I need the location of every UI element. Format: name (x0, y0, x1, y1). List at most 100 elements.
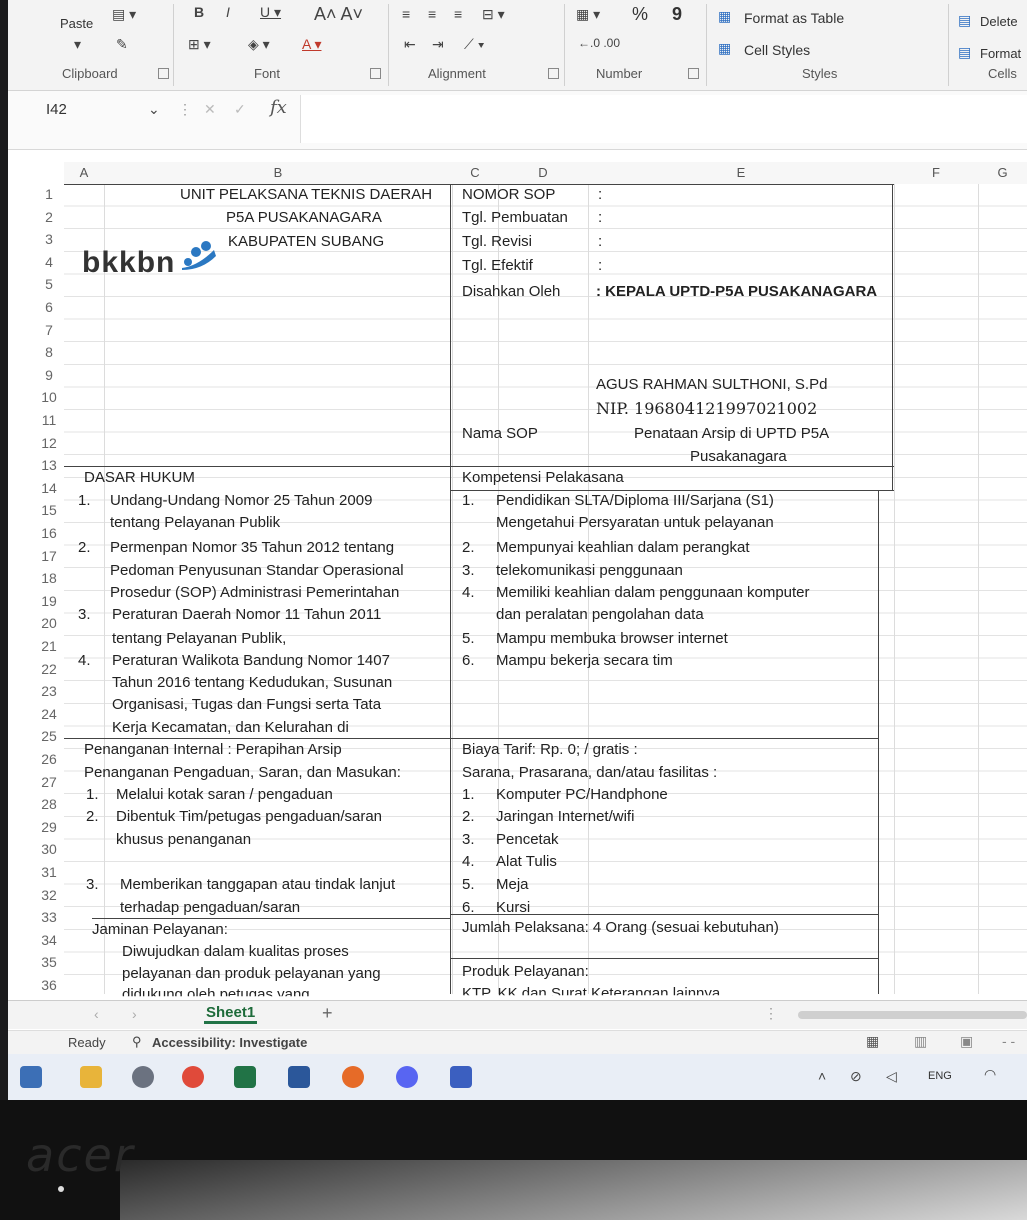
row-header[interactable]: 9 (36, 367, 62, 383)
row-header[interactable]: 34 (36, 932, 62, 948)
row-header[interactable]: 8 (36, 344, 62, 360)
decrease-decimal-icon[interactable]: ←.0 .00 (578, 36, 620, 50)
row-header[interactable]: 2 (36, 209, 62, 225)
decrease-indent-icon[interactable]: ⇤ (404, 36, 416, 53)
name-box-dropdown-icon[interactable]: ⌄ (148, 101, 160, 118)
page-break-view-icon[interactable]: ▣ (960, 1033, 973, 1050)
row-header[interactable]: 28 (36, 796, 62, 812)
delete-icon[interactable]: ▤ (958, 12, 971, 29)
align-center-icon[interactable]: ≡ (428, 6, 436, 22)
column-header-d[interactable]: D (498, 162, 588, 184)
row-header[interactable]: 4 (36, 254, 62, 270)
align-right-icon[interactable]: ≡ (454, 6, 462, 22)
font-size-icon[interactable]: A˄ A˅ (314, 4, 363, 25)
accessibility-status[interactable]: Accessibility: Investigate (152, 1035, 307, 1050)
borders-icon[interactable]: ⊞ ▾ (188, 36, 211, 53)
format-as-table-icon[interactable]: ▦ (718, 8, 731, 25)
font-launcher-icon[interactable] (370, 68, 381, 79)
paste-button[interactable]: Paste (60, 16, 93, 31)
row-header[interactable]: 29 (36, 819, 62, 835)
row-header[interactable]: 31 (36, 864, 62, 880)
page-layout-view-icon[interactable]: ▥ (914, 1033, 927, 1050)
column-header-a[interactable]: A (64, 162, 104, 184)
italic-icon[interactable]: I (226, 4, 230, 20)
start-icon[interactable] (20, 1066, 42, 1088)
clipboard-launcher-icon[interactable] (158, 68, 169, 79)
firefox-icon[interactable] (342, 1066, 364, 1088)
row-header[interactable]: 18 (36, 570, 62, 586)
font-color-icon[interactable]: A ▾ (302, 36, 321, 53)
row-header[interactable]: 23 (36, 683, 62, 699)
column-header-e[interactable]: E (588, 162, 894, 184)
number-launcher-icon[interactable] (688, 68, 699, 79)
row-header[interactable]: 3 (36, 231, 62, 247)
add-sheet-button[interactable]: + (322, 1003, 333, 1024)
cell-styles-button[interactable]: Cell Styles (744, 42, 810, 58)
more-options-icon[interactable]: ⋮ (764, 1005, 778, 1022)
row-header[interactable]: 10 (36, 389, 62, 405)
excel-icon[interactable] (234, 1066, 256, 1088)
location-icon[interactable]: ◁ (886, 1068, 897, 1085)
row-header[interactable]: 33 (36, 909, 62, 925)
sheet-tab-sheet1[interactable]: Sheet1 (204, 1004, 258, 1024)
format-button[interactable]: Format (980, 46, 1021, 61)
row-header[interactable]: 7 (36, 322, 62, 338)
row-header[interactable]: 12 (36, 435, 62, 451)
enter-icon[interactable]: ✓ (234, 101, 246, 118)
scroll-right-icon[interactable]: › (132, 1006, 137, 1022)
network-tray-icon[interactable]: ⊘ (850, 1068, 862, 1085)
column-header-g[interactable]: G (978, 162, 1027, 184)
align-left-icon[interactable]: ≡ (402, 6, 410, 22)
row-header[interactable]: 14 (36, 480, 62, 496)
row-header[interactable]: 32 (36, 887, 62, 903)
discord-icon[interactable] (396, 1066, 418, 1088)
merge-icon[interactable]: ⊟ ▾ (482, 6, 505, 23)
row-header[interactable]: 17 (36, 548, 62, 564)
cancel-icon[interactable]: ✕ (204, 101, 216, 118)
row-header[interactable]: 20 (36, 615, 62, 631)
row-header[interactable]: 35 (36, 954, 62, 970)
file-explorer-icon[interactable] (80, 1066, 102, 1088)
percent-icon[interactable]: % (632, 4, 648, 25)
increase-indent-icon[interactable]: ⇥ (432, 36, 444, 53)
row-header[interactable]: 6 (36, 299, 62, 315)
row-header[interactable]: 13 (36, 457, 62, 473)
column-header-b[interactable]: B (104, 162, 452, 184)
row-header[interactable]: 22 (36, 661, 62, 677)
word-icon[interactable] (288, 1066, 310, 1088)
row-header[interactable]: 27 (36, 774, 62, 790)
row-header[interactable]: 21 (36, 638, 62, 654)
delete-button[interactable]: Delete (980, 14, 1018, 29)
app-icon[interactable] (450, 1066, 472, 1088)
fill-color-icon[interactable]: ◈ ▾ (248, 36, 270, 53)
chevron-up-icon[interactable]: ˄ (818, 1068, 826, 1084)
chrome-icon[interactable] (182, 1066, 204, 1088)
bold-icon[interactable]: B (194, 4, 204, 20)
format-as-table-button[interactable]: Format as Table (744, 10, 844, 26)
row-header[interactable]: 25 (36, 728, 62, 744)
cell-styles-icon[interactable]: ▦ (718, 40, 731, 57)
zoom-slider[interactable]: - - (1002, 1033, 1015, 1049)
wifi-icon[interactable]: ◠ (984, 1066, 996, 1083)
row-header[interactable]: 11 (36, 412, 62, 428)
format-icon[interactable]: ▤ (958, 44, 971, 61)
dropdown-icon[interactable]: ▾ (74, 36, 81, 53)
row-header[interactable]: 36 (36, 977, 62, 993)
underline-icon[interactable]: U ▾ (260, 4, 281, 21)
column-header-c[interactable]: C (452, 162, 498, 184)
format-painter-icon[interactable]: ✎ (116, 36, 128, 53)
row-header[interactable]: 1 (36, 186, 62, 202)
insert-function-icon[interactable]: fx (270, 97, 287, 118)
formula-input[interactable] (300, 95, 1027, 143)
row-header[interactable]: 19 (36, 593, 62, 609)
column-header-f[interactable]: F (894, 162, 978, 184)
row-header[interactable]: 16 (36, 525, 62, 541)
row-header[interactable]: 30 (36, 841, 62, 857)
paste-icon[interactable]: ▤ ▾ (112, 6, 136, 23)
alignment-launcher-icon[interactable] (548, 68, 559, 79)
accessibility-icon[interactable]: ⚲ (132, 1034, 142, 1050)
language-indicator[interactable]: ENG (928, 1070, 952, 1082)
row-header[interactable]: 24 (36, 706, 62, 722)
row-header[interactable]: 26 (36, 751, 62, 767)
number-format-icon[interactable]: ▦ ▾ (576, 6, 600, 23)
